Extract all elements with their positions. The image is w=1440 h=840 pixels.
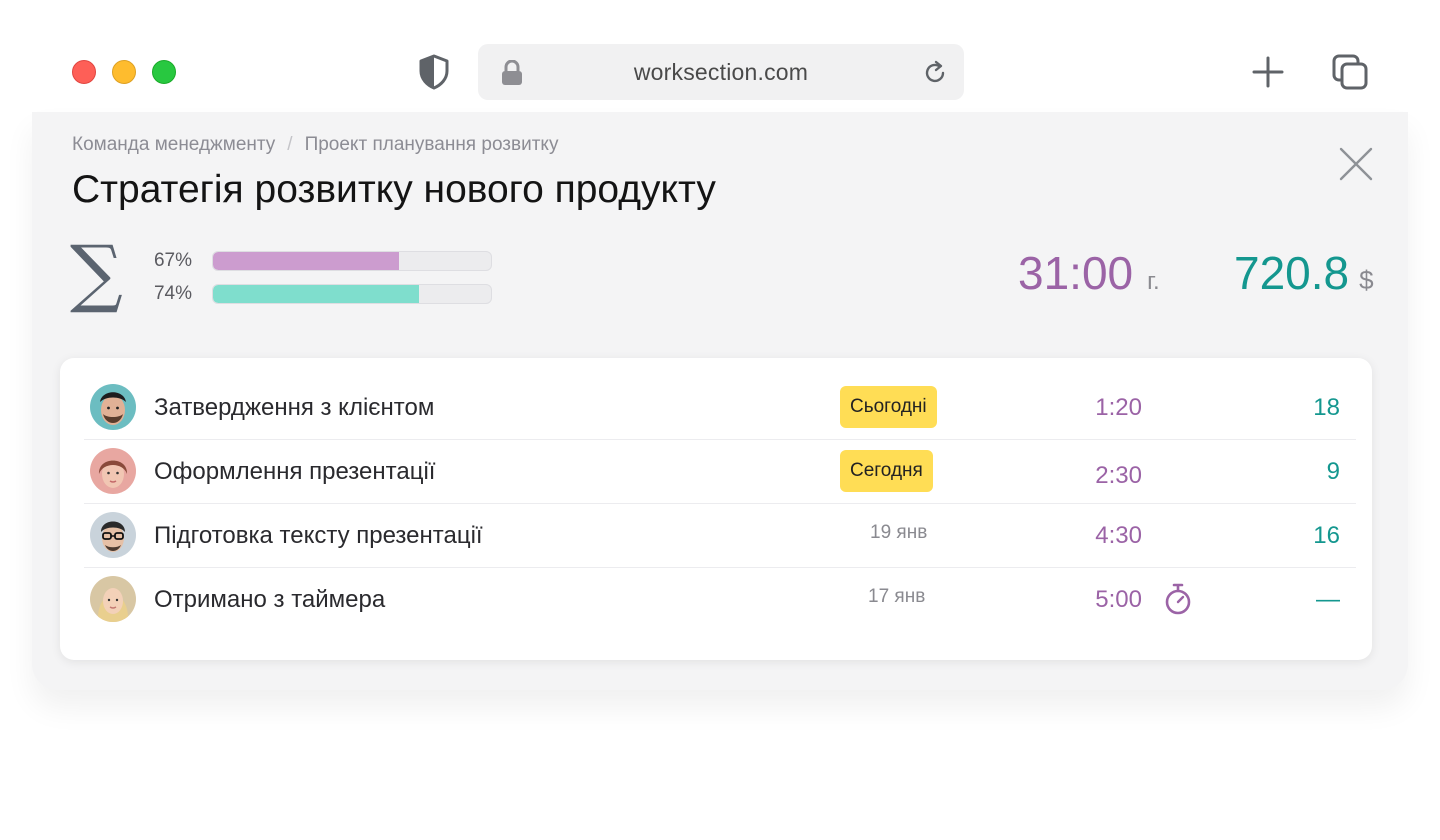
tab-overview-icon[interactable] <box>1330 52 1370 92</box>
task-name[interactable]: Затвердження з клієнтом <box>154 376 434 440</box>
task-name[interactable]: Оформлення презентації <box>154 440 435 504</box>
task-time[interactable]: 5:00 <box>1060 568 1142 632</box>
shield-icon[interactable] <box>418 54 450 90</box>
time-total-unit: г. <box>1147 268 1160 295</box>
task-row[interactable]: Підготовка тексту презентації 19 янв 4:3… <box>84 504 1356 568</box>
avatar <box>90 576 136 622</box>
close-window-button[interactable] <box>72 60 96 84</box>
avatar <box>90 512 136 558</box>
task-date[interactable]: 19 янв <box>870 504 927 562</box>
breadcrumb-separator: / <box>287 134 293 155</box>
task-time[interactable]: 4:30 <box>1060 504 1142 568</box>
task-date-badge[interactable]: Сьогодні <box>840 386 937 428</box>
task-cost[interactable]: 9 <box>1327 440 1340 504</box>
task-time[interactable]: 2:30 <box>1060 440 1142 512</box>
task-name[interactable]: Отримано з таймера <box>154 568 385 632</box>
task-time[interactable]: 1:20 <box>1060 376 1142 440</box>
breadcrumb: Команда менеджменту / Проект планування … <box>72 134 558 156</box>
task-row[interactable]: Отримано з таймера 17 янв 5:00 — <box>84 568 1356 632</box>
progress-bar <box>212 251 492 271</box>
maximize-window-button[interactable] <box>152 60 176 84</box>
progress-fill <box>213 285 419 303</box>
progress-label: 67% <box>153 250 192 271</box>
task-cost[interactable]: — <box>1316 568 1340 632</box>
avatar <box>90 384 136 430</box>
task-date-badge[interactable]: Сегодня <box>840 450 933 492</box>
task-panel: Команда менеджменту / Проект планування … <box>32 112 1408 690</box>
time-total: 31:00 г. <box>1018 246 1160 300</box>
task-list: Затвердження з клієнтом Сьогодні 1:20 18… <box>60 358 1372 660</box>
breadcrumb-item-team[interactable]: Команда менеджменту <box>72 134 275 156</box>
close-icon[interactable] <box>1338 146 1374 182</box>
money-total-unit: $ <box>1359 265 1374 295</box>
address-bar[interactable]: worksection.com <box>478 44 964 100</box>
progress-row-money: 74% <box>132 283 492 305</box>
task-cost[interactable]: 16 <box>1313 504 1340 568</box>
progress-row-time: 67% <box>132 250 492 272</box>
url-text: worksection.com <box>633 59 809 85</box>
task-row[interactable]: Оформлення презентації Сегодня 2:30 9 <box>84 440 1356 504</box>
task-date[interactable]: 17 янв <box>868 568 925 626</box>
money-total-value: 720.8 <box>1234 247 1350 299</box>
sigma-icon: ∑ <box>70 230 123 316</box>
task-name[interactable]: Підготовка тексту презентації <box>154 504 483 568</box>
progress-bar <box>212 284 492 304</box>
reload-icon[interactable] <box>922 60 948 86</box>
new-tab-icon[interactable] <box>1250 54 1286 90</box>
progress-fill <box>213 252 400 270</box>
minimize-window-button[interactable] <box>112 60 136 84</box>
money-total: 720.8 $ <box>1234 246 1374 300</box>
window-controls <box>72 60 176 84</box>
avatar <box>90 448 136 494</box>
task-row[interactable]: Затвердження з клієнтом Сьогодні 1:20 18 <box>84 376 1356 440</box>
task-cost[interactable]: 18 <box>1313 376 1340 440</box>
time-total-value: 31:00 <box>1018 247 1134 299</box>
breadcrumb-item-project[interactable]: Проект планування розвитку <box>305 134 559 156</box>
page-title: Стратегія розвитку нового продукту <box>72 168 716 211</box>
stopwatch-icon[interactable] <box>1162 582 1194 616</box>
progress-label: 74% <box>153 283 192 304</box>
